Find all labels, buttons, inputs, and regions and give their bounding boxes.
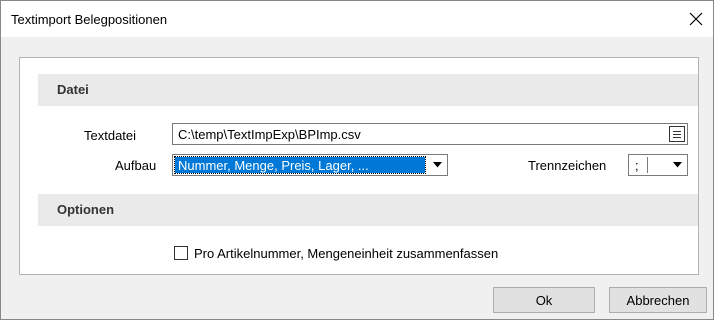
zusammenfassen-checkbox[interactable]: [174, 246, 188, 260]
aufbau-selected-value: Nummer, Menge, Preis, Lager, ...: [174, 156, 426, 174]
aufbau-label: Aufbau: [115, 158, 157, 173]
section-label-optionen: Optionen: [57, 202, 115, 217]
trennzeichen-separator: [647, 157, 648, 173]
title-bar: Textimport Belegpositionen: [1, 1, 713, 37]
chevron-down-icon: [432, 162, 442, 168]
aufbau-dropdown-arrow[interactable]: [429, 157, 445, 173]
dialog-window: Textimport Belegpositionen Datei Textdat…: [0, 0, 714, 320]
section-header-optionen: Optionen: [38, 194, 698, 226]
zusammenfassen-label[interactable]: Pro Artikelnummer, Mengeneinheit zusamme…: [194, 246, 498, 261]
section-header-datei: Datei: [38, 74, 698, 106]
aufbau-select[interactable]: Nummer, Menge, Preis, Lager, ...: [172, 154, 448, 176]
textdatei-value: C:\temp\TextImpExp\BPImp.csv: [178, 127, 361, 142]
trennzeichen-dropdown-arrow[interactable]: [669, 157, 685, 173]
section-label-datei: Datei: [57, 82, 89, 97]
textdatei-label: Textdatei: [84, 128, 137, 143]
ok-button[interactable]: Ok: [493, 287, 595, 313]
close-button[interactable]: [679, 1, 713, 37]
chevron-down-icon: [672, 162, 682, 168]
trennzeichen-label: Trennzeichen: [528, 158, 607, 173]
cancel-button[interactable]: Abbrechen: [609, 287, 707, 313]
content-panel: Datei Textdatei C:\temp\TextImpExp\BPImp…: [19, 57, 699, 275]
file-browse-icon: [673, 130, 681, 138]
trennzeichen-select[interactable]: ;: [628, 154, 688, 176]
textdatei-field[interactable]: C:\temp\TextImpExp\BPImp.csv: [172, 123, 688, 145]
close-icon: [689, 12, 703, 26]
file-browse-button[interactable]: [669, 126, 685, 142]
trennzeichen-selected-value: ;: [635, 158, 639, 173]
window-title: Textimport Belegpositionen: [11, 12, 168, 27]
